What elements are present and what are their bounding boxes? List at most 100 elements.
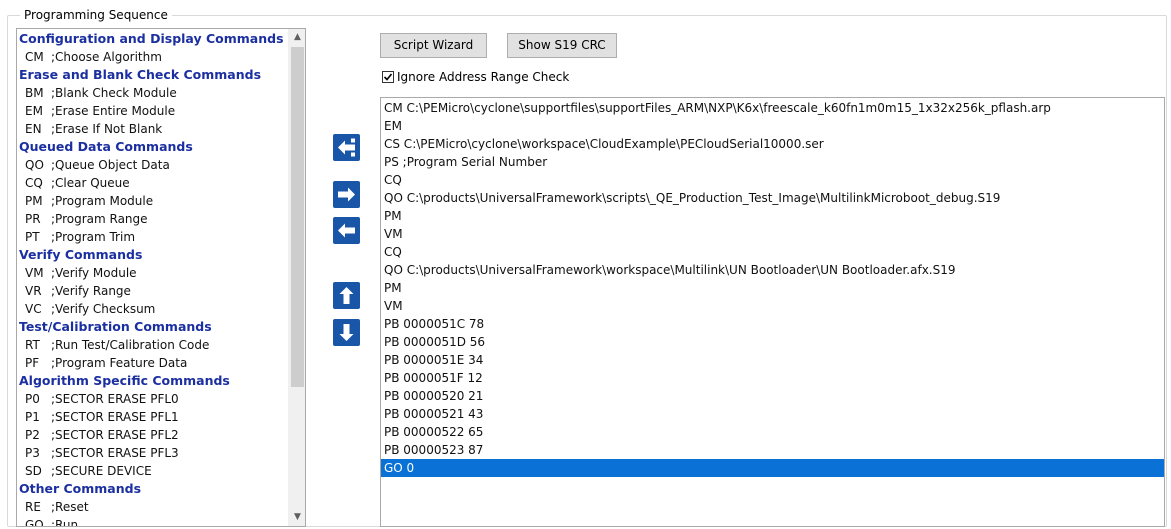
sequence-row[interactable]: CQ bbox=[381, 171, 1164, 189]
command-list-item[interactable]: EN ;Erase If Not Blank bbox=[17, 120, 289, 138]
command-description: ;Clear Queue bbox=[51, 176, 130, 190]
add-to-sequence-icon bbox=[338, 187, 355, 202]
command-code: PM bbox=[25, 194, 43, 208]
sequence-row[interactable]: PB 00000520 21 bbox=[381, 387, 1164, 405]
command-code: RE bbox=[25, 500, 41, 514]
add-to-sequence-button[interactable] bbox=[333, 181, 360, 208]
sequence-row[interactable]: CM C:\PEMicro\cyclone\supportfiles\suppo… bbox=[381, 99, 1164, 117]
sequence-row[interactable]: PB 00000521 43 bbox=[381, 405, 1164, 423]
command-list-item[interactable]: PT ;Program Trim bbox=[17, 228, 289, 246]
command-list-item[interactable]: PF ;Program Feature Data bbox=[17, 354, 289, 372]
sequence-row[interactable]: CS C:\PEMicro\cyclone\workspace\CloudExa… bbox=[381, 135, 1164, 153]
command-list-item[interactable]: PM ;Program Module bbox=[17, 192, 289, 210]
ignore-range-checkbox[interactable] bbox=[382, 71, 394, 83]
sequence-row[interactable]: PB 0000051E 34 bbox=[381, 351, 1164, 369]
sequence-row[interactable]: PM bbox=[381, 207, 1164, 225]
command-description: ;Blank Check Module bbox=[51, 86, 177, 100]
move-down-button[interactable] bbox=[333, 319, 360, 346]
sequence-row[interactable]: PB 00000523 87 bbox=[381, 441, 1164, 459]
command-category-header: Other Commands bbox=[19, 481, 142, 496]
script-wizard-button[interactable]: Script Wizard bbox=[380, 33, 487, 58]
command-list-item[interactable]: GO ;Run bbox=[17, 516, 289, 526]
command-list-item[interactable]: CM ;Choose Algorithm bbox=[17, 48, 289, 66]
command-description: ;SECTOR ERASE PFL3 bbox=[51, 446, 179, 460]
command-description: ;Reset bbox=[51, 500, 89, 514]
command-category-header: Test/Calibration Commands bbox=[19, 319, 212, 334]
command-category-header: Configuration and Display Commands bbox=[19, 31, 284, 46]
sequence-row[interactable]: EM bbox=[381, 117, 1164, 135]
command-list-item[interactable]: BM ;Blank Check Module bbox=[17, 84, 289, 102]
sequence-row[interactable]: VM bbox=[381, 225, 1164, 243]
command-code: SD bbox=[25, 464, 42, 478]
sequence-row[interactable]: VM bbox=[381, 297, 1164, 315]
scrollbar-thumb[interactable] bbox=[291, 47, 304, 387]
command-list-scrollbar[interactable]: ▲ ▼ bbox=[288, 29, 305, 526]
move-up-button[interactable] bbox=[333, 282, 360, 309]
command-category-header: Erase and Blank Check Commands bbox=[19, 67, 262, 82]
command-description: ;Choose Algorithm bbox=[51, 50, 162, 64]
command-list-item[interactable]: P3 ;SECTOR ERASE PFL3 bbox=[17, 444, 289, 462]
command-code: BM bbox=[25, 86, 44, 100]
command-description: ;SECTOR ERASE PFL1 bbox=[51, 410, 179, 424]
sequence-row[interactable]: PM bbox=[381, 279, 1164, 297]
command-list-item[interactable]: VR ;Verify Range bbox=[17, 282, 289, 300]
command-code: P3 bbox=[25, 446, 40, 460]
command-description: ;Program Feature Data bbox=[51, 356, 188, 370]
command-code: P1 bbox=[25, 410, 40, 424]
command-description: ;Erase If Not Blank bbox=[51, 122, 163, 136]
scroll-up-icon[interactable]: ▲ bbox=[289, 29, 305, 46]
command-list-item[interactable]: PR ;Program Range bbox=[17, 210, 289, 228]
command-code: VM bbox=[25, 266, 44, 280]
command-list-item[interactable]: RE ;Reset bbox=[17, 498, 289, 516]
remove-from-sequence-button[interactable] bbox=[333, 134, 360, 161]
command-description: ;Program Module bbox=[51, 194, 154, 208]
ignore-address-range-check[interactable]: Ignore Address Range Check bbox=[382, 69, 569, 85]
command-description: ;SECURE DEVICE bbox=[51, 464, 152, 478]
command-description: ;SECTOR ERASE PFL2 bbox=[51, 428, 179, 442]
sequence-list[interactable]: CM C:\PEMicro\cyclone\supportfiles\suppo… bbox=[380, 97, 1165, 527]
command-list-item[interactable]: SD ;SECURE DEVICE bbox=[17, 462, 289, 480]
command-description: ;Queue Object Data bbox=[51, 158, 170, 172]
sequence-row[interactable]: PB 0000051C 78 bbox=[381, 315, 1164, 333]
sequence-row[interactable]: PB 00000522 65 bbox=[381, 423, 1164, 441]
sequence-row[interactable]: QO C:\products\UniversalFramework\worksp… bbox=[381, 261, 1164, 279]
command-code: VC bbox=[25, 302, 42, 316]
show-s19-crc-button[interactable]: Show S19 CRC bbox=[507, 33, 617, 58]
sequence-row[interactable]: PS ;Program Serial Number bbox=[381, 153, 1164, 171]
command-description: ;SECTOR ERASE PFL0 bbox=[51, 392, 179, 406]
command-list[interactable]: Configuration and Display Commands CM ;Cho… bbox=[16, 28, 306, 527]
command-list-item[interactable]: VM ;Verify Module bbox=[17, 264, 289, 282]
move-down-icon bbox=[339, 324, 354, 341]
checkmark-icon bbox=[383, 73, 393, 81]
command-description: ;Program Trim bbox=[51, 230, 136, 244]
command-list-item[interactable]: P0 ;SECTOR ERASE PFL0 bbox=[17, 390, 289, 408]
command-code: P2 bbox=[25, 428, 40, 442]
sequence-row[interactable]: PB 0000051F 12 bbox=[381, 369, 1164, 387]
move-left-button[interactable] bbox=[333, 217, 360, 244]
command-list-item[interactable]: P2 ;SECTOR ERASE PFL2 bbox=[17, 426, 289, 444]
command-list-item[interactable]: EM ;Erase Entire Module bbox=[17, 102, 289, 120]
command-list-rows: Configuration and Display Commands CM ;Cho… bbox=[17, 30, 289, 526]
command-description: ;Verify Checksum bbox=[51, 302, 156, 316]
command-category-header: Algorithm Specific Commands bbox=[19, 373, 230, 388]
move-up-icon bbox=[339, 287, 354, 304]
command-list-item[interactable]: P1 ;SECTOR ERASE PFL1 bbox=[17, 408, 289, 426]
command-description: ;Verify Module bbox=[51, 266, 137, 280]
command-list-item[interactable]: VC ;Verify Checksum bbox=[17, 300, 289, 318]
sequence-row[interactable]: CQ bbox=[381, 243, 1164, 261]
scroll-down-icon[interactable]: ▼ bbox=[289, 509, 305, 526]
move-left-icon bbox=[338, 223, 355, 238]
command-list-item[interactable]: QO ;Queue Object Data bbox=[17, 156, 289, 174]
command-code: P0 bbox=[25, 392, 40, 406]
sequence-row[interactable]: PB 0000051D 56 bbox=[381, 333, 1164, 351]
command-code: EN bbox=[25, 122, 42, 136]
command-code: EM bbox=[25, 104, 43, 118]
command-list-item[interactable]: RT ;Run Test/Calibration Code bbox=[17, 336, 289, 354]
sequence-row-selected[interactable]: GO 0 bbox=[381, 459, 1164, 477]
command-code: QO bbox=[25, 158, 44, 172]
remove-from-sequence-icon bbox=[338, 138, 355, 157]
command-list-item[interactable]: CQ ;Clear Queue bbox=[17, 174, 289, 192]
command-description: ;Run Test/Calibration Code bbox=[51, 338, 210, 352]
command-code: PF bbox=[25, 356, 40, 370]
sequence-row[interactable]: QO C:\products\UniversalFramework\script… bbox=[381, 189, 1164, 207]
